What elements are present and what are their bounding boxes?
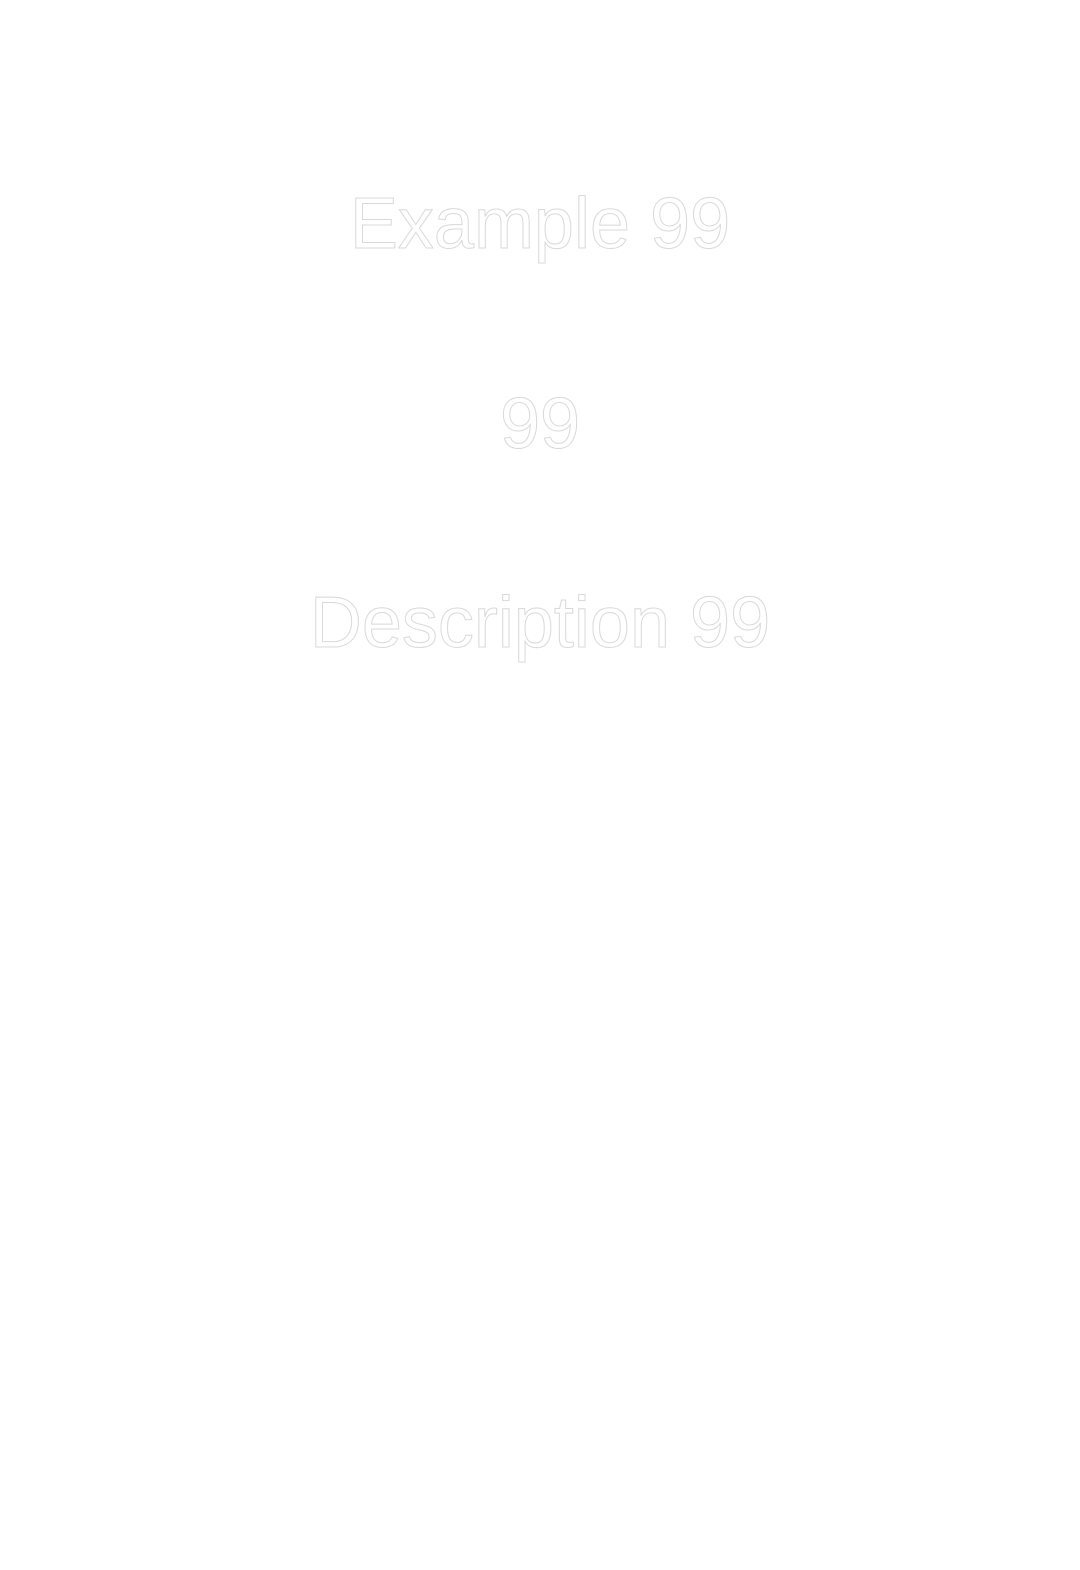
document-page: Example 99 99 Description 99 [0, 0, 1080, 1570]
document-number: 99 [499, 384, 581, 464]
document-title: Example 99 [349, 184, 731, 264]
document-description: Description 99 [309, 583, 771, 663]
